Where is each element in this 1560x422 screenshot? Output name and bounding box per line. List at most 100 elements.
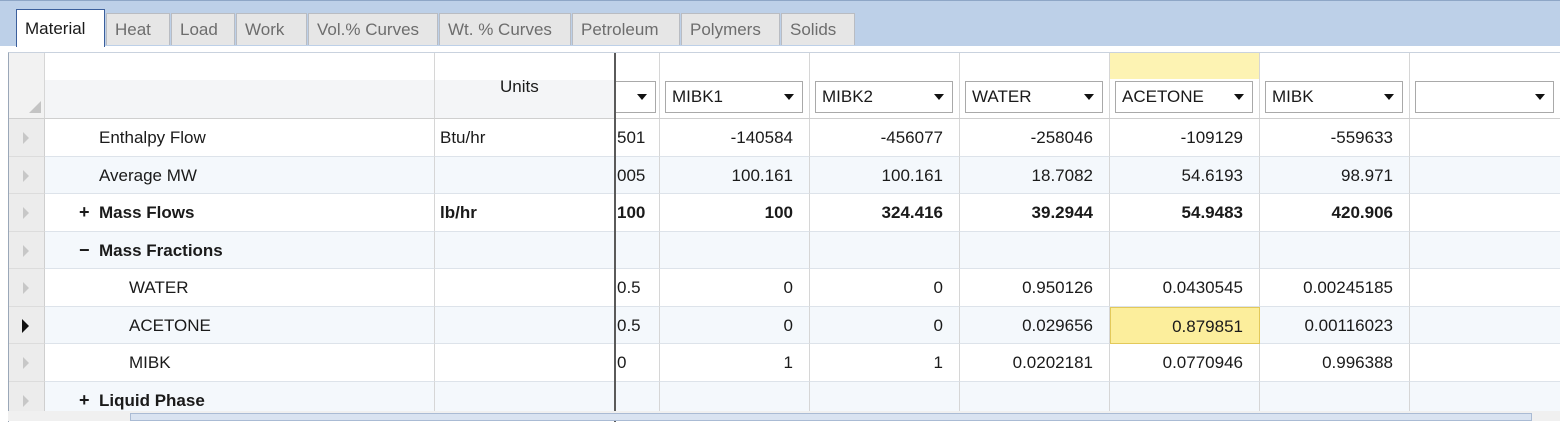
value-cell[interactable]: 100.161 [660, 156, 810, 194]
value-cell[interactable]: 0.879851 [1110, 306, 1260, 344]
tab-polymers[interactable]: Polymers [681, 13, 780, 45]
value-cell[interactable]: 420.906 [1260, 194, 1410, 232]
select-all-icon[interactable] [29, 101, 41, 113]
tab-material[interactable]: Material [16, 9, 105, 47]
row-units-cell [435, 269, 615, 307]
value-cell[interactable] [960, 231, 1110, 269]
row-selector[interactable] [9, 344, 45, 382]
value-cell[interactable]: 0 [810, 269, 960, 307]
value-cell[interactable] [1410, 306, 1560, 344]
value-cell[interactable]: 54.6193 [1110, 156, 1260, 194]
value-cell[interactable]: 0.0202181 [960, 344, 1110, 382]
value-cell[interactable]: 0 [810, 306, 960, 344]
row-selector[interactable] [9, 194, 45, 232]
value-cell[interactable]: 0.5 [615, 269, 660, 307]
row-units: Btu/hr [440, 128, 486, 147]
value-cell[interactable] [1110, 231, 1260, 269]
tab-load[interactable]: Load [171, 13, 235, 45]
stream-selector-dropdown[interactable]: WATER [965, 81, 1103, 113]
row-selector[interactable] [9, 156, 45, 194]
value-cell[interactable]: 0.5 [615, 306, 660, 344]
stream-selector-dropdown[interactable]: ACETONE [1115, 81, 1253, 113]
value-cell[interactable]: 005 [615, 156, 660, 194]
value-cell[interactable]: 54.9483 [1110, 194, 1260, 232]
stream-selector-dropdown[interactable]: MIBK [1265, 81, 1403, 113]
tab-work[interactable]: Work [236, 13, 307, 45]
value-cell[interactable]: 501 [615, 119, 660, 157]
row-label-cell: Average MW [45, 156, 435, 194]
value-cell[interactable]: 100 [615, 194, 660, 232]
tab-vol-curves[interactable]: Vol.% Curves [308, 13, 438, 45]
value-cell[interactable]: 0 [660, 306, 810, 344]
stream-selector-dropdown[interactable] [1415, 81, 1554, 113]
stream-name: MIBK1 [672, 87, 724, 106]
row-units: lb/hr [440, 203, 477, 222]
value-cell[interactable]: 0.996388 [1260, 344, 1410, 382]
value-cell[interactable]: 0.0770946 [1110, 344, 1260, 382]
row-selector[interactable] [9, 119, 45, 157]
value-cell[interactable]: 0.950126 [960, 269, 1110, 307]
tab-heat[interactable]: Heat [106, 13, 170, 45]
value-cell[interactable] [1260, 231, 1410, 269]
collapse-icon[interactable]: − [79, 240, 90, 261]
expand-icon[interactable]: + [79, 390, 90, 411]
value-cell[interactable] [810, 231, 960, 269]
value-cell[interactable]: 39.2944 [960, 194, 1110, 232]
horizontal-scrollbar[interactable] [8, 411, 1560, 421]
stream-name: WATER [972, 87, 1032, 106]
value-cell[interactable] [1410, 194, 1560, 232]
stream-selector-dropdown[interactable]: MIBK2 [815, 81, 953, 113]
value-cell[interactable] [615, 231, 660, 269]
row-selector[interactable] [9, 269, 45, 307]
row-label: Liquid Phase [99, 390, 205, 410]
value-cell[interactable]: -140584 [660, 119, 810, 157]
value-cell[interactable] [1410, 119, 1560, 157]
row-arrow-icon [23, 394, 29, 407]
cell-value: 54.9483 [1181, 203, 1243, 222]
stream-results-grid: Units MIBK1 MIBK2 WATER ACETONE MIBK Enthalpy … [8, 52, 1560, 422]
value-cell[interactable]: 0.0430545 [1110, 269, 1260, 307]
cell-value: 100 [764, 203, 793, 222]
value-cell[interactable] [1410, 344, 1560, 382]
grid-corner[interactable] [9, 53, 45, 119]
value-cell[interactable] [1410, 231, 1560, 269]
expand-icon[interactable]: + [79, 202, 90, 223]
value-cell[interactable]: 100.161 [810, 156, 960, 194]
value-cell[interactable]: 0.00116023 [1260, 306, 1410, 344]
row-label-cell: − Mass Fractions [45, 231, 435, 269]
value-cell[interactable]: 0 [615, 344, 660, 382]
chevron-down-icon [1384, 94, 1394, 100]
value-cell[interactable] [660, 231, 810, 269]
value-cell[interactable]: -456077 [810, 119, 960, 157]
value-cell[interactable]: -109129 [1110, 119, 1260, 157]
row-units-cell [435, 156, 615, 194]
value-cell[interactable]: 1 [810, 344, 960, 382]
value-cell[interactable] [1410, 156, 1560, 194]
value-cell[interactable]: 0.029656 [960, 306, 1110, 344]
stream-name: ACETONE [1122, 87, 1204, 106]
value-cell[interactable]: 0.00245185 [1260, 269, 1410, 307]
value-cell[interactable]: -559633 [1260, 119, 1410, 157]
value-cell[interactable]: 324.416 [810, 194, 960, 232]
tab-wt-curves[interactable]: Wt. % Curves [439, 13, 571, 45]
stream-column-header [615, 53, 660, 119]
tab-petroleum[interactable]: Petroleum [572, 13, 680, 45]
cell-value: 0.0770946 [1162, 353, 1243, 372]
tab-solids[interactable]: Solids [781, 13, 855, 45]
value-cell[interactable]: 98.971 [1260, 156, 1410, 194]
value-cell[interactable]: 0 [660, 269, 810, 307]
scrollbar-thumb[interactable] [130, 413, 1532, 421]
value-cell[interactable]: 1 [660, 344, 810, 382]
value-cell[interactable]: -258046 [960, 119, 1110, 157]
value-cell[interactable]: 18.7082 [960, 156, 1110, 194]
cell-value: 0.879851 [1172, 316, 1243, 336]
row-selector[interactable] [9, 306, 45, 344]
value-cell[interactable] [1410, 269, 1560, 307]
cell-value: 0.029656 [1022, 315, 1093, 335]
stream-selector-dropdown[interactable]: MIBK1 [665, 81, 803, 113]
row-selector[interactable] [9, 231, 45, 269]
frozen-pane-splitter[interactable] [614, 53, 616, 422]
stream-selector-dropdown[interactable] [615, 81, 656, 113]
value-cell[interactable]: 100 [660, 194, 810, 232]
cell-value: 1 [933, 353, 943, 372]
